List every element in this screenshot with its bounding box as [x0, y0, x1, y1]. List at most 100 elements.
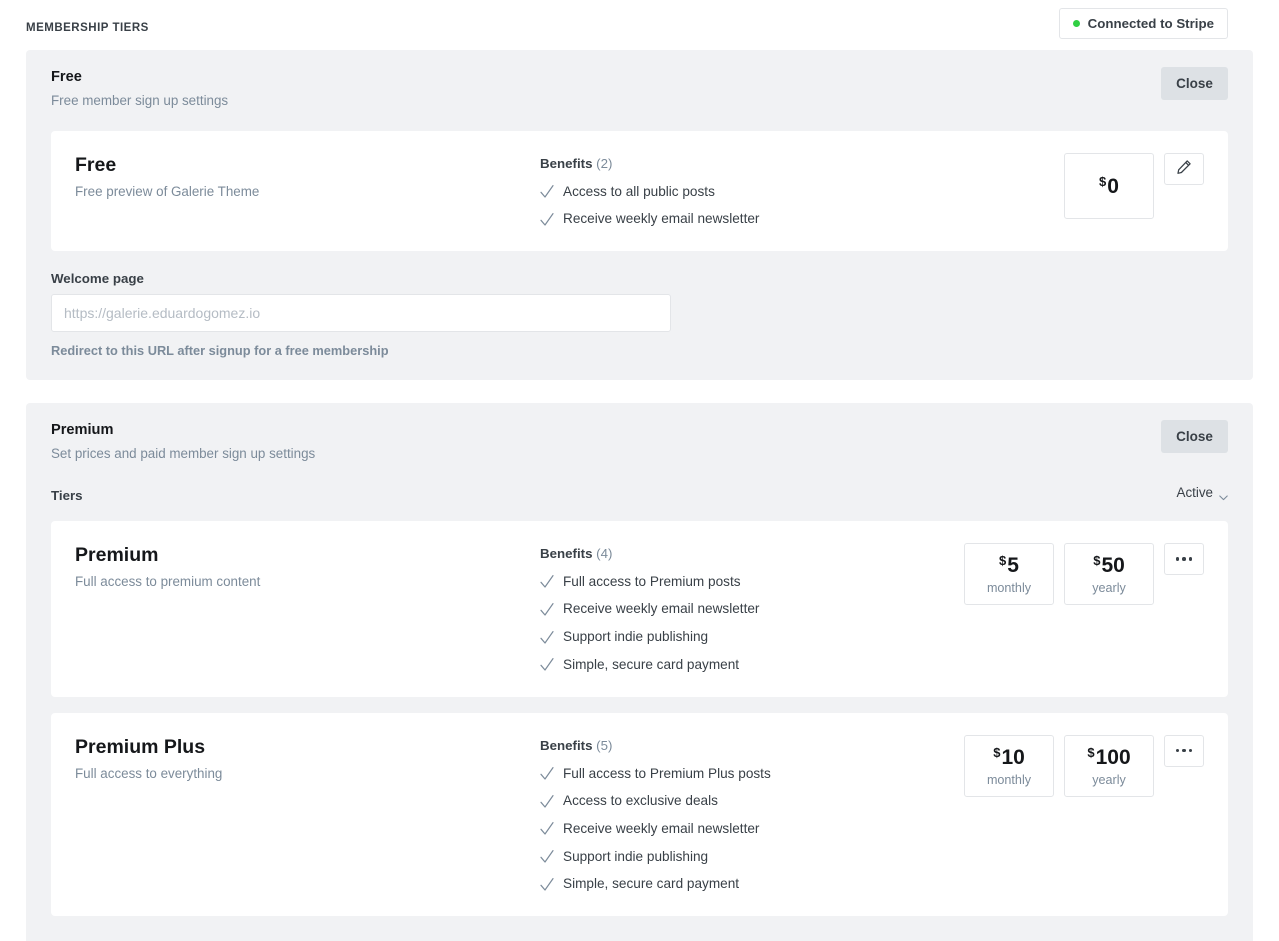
tiers-toolbar: Tiers Active — [26, 463, 1253, 521]
price-box-yearly: $50 yearly — [1064, 542, 1154, 606]
free-tier-panel: Free Free member sign up settings Close … — [26, 50, 1253, 380]
benefit-item: Full access to Premium posts — [540, 572, 964, 592]
benefits-count: (2) — [596, 155, 613, 171]
benefit-label: Support indie publishing — [563, 629, 709, 645]
price-period: monthly — [986, 772, 1032, 787]
tier-prices-premium-plus: $10 monthly $100 yearly — [964, 734, 1154, 798]
tiers-status-filter-value: Active — [1176, 484, 1213, 500]
membership-tiers-page: MEMBERSHIP TIERS Connected to Stripe Fre… — [0, 0, 1279, 941]
benefit-label: Full access to Premium Plus posts — [563, 765, 771, 781]
benefit-item: Receive weekly email newsletter — [540, 599, 964, 619]
price-value: 5 — [1007, 553, 1019, 577]
price-currency: $ — [1099, 173, 1107, 189]
edit-tier-button[interactable] — [1164, 152, 1204, 185]
premium-tier-panel: Premium Set prices and paid member sign … — [26, 403, 1253, 941]
tier-card-premium: Premium Full access to premium content B… — [51, 520, 1228, 697]
welcome-page-hint: Redirect to this URL after signup for a … — [51, 343, 389, 359]
benefits-header: Benefits (2) — [540, 156, 1064, 171]
check-icon — [540, 877, 554, 892]
status-dot-icon — [1072, 20, 1080, 27]
check-icon — [540, 602, 554, 617]
free-panel-title: Free — [51, 69, 82, 85]
price-box-yearly: $100 yearly — [1064, 734, 1154, 798]
tier-description: Free preview of Galerie Theme — [75, 184, 260, 200]
tier-card-free: Free Free preview of Galerie Theme Benef… — [51, 130, 1228, 252]
tier-description: Full access to everything — [75, 765, 223, 781]
benefits-header: Benefits (5) — [540, 738, 964, 753]
benefit-label: Simple, secure card payment — [563, 876, 740, 892]
benefit-item: Access to exclusive deals — [540, 791, 964, 811]
price-currency: $ — [993, 744, 1001, 760]
premium-panel-subtitle: Set prices and paid member sign up setti… — [51, 445, 316, 461]
price-currency: $ — [1093, 552, 1101, 568]
benefit-item: Access to all public posts — [540, 182, 1064, 202]
tier-info-free: Free Free preview of Galerie Theme — [75, 153, 540, 201]
tier-name: Premium — [75, 543, 159, 566]
benefit-label: Access to all public posts — [563, 183, 715, 199]
benefits-count: (5) — [596, 737, 613, 753]
check-icon — [540, 821, 554, 836]
price-box: $0 — [1064, 152, 1154, 219]
benefit-label: Full access to Premium posts — [563, 573, 741, 589]
check-icon — [540, 766, 554, 781]
price-currency: $ — [1087, 744, 1095, 760]
card-divider — [26, 697, 1253, 713]
benefits-label: Benefits — [540, 155, 593, 171]
benefit-label: Simple, secure card payment — [563, 656, 740, 672]
page-header: MEMBERSHIP TIERS Connected to Stripe — [0, 0, 1279, 50]
status-badge-label: Connected to Stripe — [1087, 16, 1214, 31]
tiers-status-filter[interactable]: Active — [1176, 484, 1228, 501]
welcome-page-input[interactable] — [51, 294, 671, 333]
welcome-page-field-block: Welcome page Redirect to this URL after … — [26, 251, 1253, 358]
benefit-label: Receive weekly email newsletter — [563, 601, 760, 617]
premium-panel-title: Premium — [51, 422, 114, 438]
price-amount: $50 — [1093, 554, 1125, 576]
tier-options-button[interactable] — [1164, 542, 1204, 575]
price-value: 0 — [1107, 174, 1119, 198]
more-options-icon — [1175, 557, 1193, 561]
price-box-monthly: $5 monthly — [964, 542, 1054, 606]
benefit-item: Receive weekly email newsletter — [540, 209, 1064, 229]
tier-benefits-premium: Benefits (4) Full access to Premium post… — [540, 543, 964, 675]
tier-info-premium: Premium Full access to premium content — [75, 543, 540, 591]
benefit-item: Receive weekly email newsletter — [540, 819, 964, 839]
check-icon — [540, 849, 554, 864]
tier-name: Free — [75, 153, 117, 176]
check-icon — [540, 657, 554, 672]
pencil-icon — [1176, 159, 1192, 178]
benefit-item: Support indie publishing — [540, 847, 964, 867]
benefits-label: Benefits — [540, 737, 593, 753]
check-icon — [540, 212, 554, 227]
tier-prices-free: $0 — [1064, 152, 1154, 219]
benefit-item: Simple, secure card payment — [540, 874, 964, 894]
close-button-premium[interactable]: Close — [1161, 420, 1228, 453]
benefit-label: Access to exclusive deals — [563, 793, 718, 809]
tier-options-button[interactable] — [1164, 734, 1204, 767]
close-button-free[interactable]: Close — [1161, 67, 1228, 100]
more-options-icon — [1175, 748, 1193, 753]
tier-card-premium-plus: Premium Plus Full access to everything B… — [51, 712, 1228, 917]
tier-name: Premium Plus — [75, 735, 206, 758]
premium-panel-header: Premium Set prices and paid member sign … — [26, 403, 1253, 463]
status-badge-stripe[interactable]: Connected to Stripe — [1058, 8, 1228, 39]
benefits-header: Benefits (4) — [540, 546, 964, 561]
price-amount: $10 — [993, 746, 1025, 768]
tiers-label: Tiers — [51, 487, 83, 503]
benefit-label: Support indie publishing — [563, 848, 709, 864]
check-icon — [540, 184, 554, 199]
benefit-item: Full access to Premium Plus posts — [540, 764, 964, 784]
benefit-item: Simple, secure card payment — [540, 655, 964, 675]
benefit-label: Receive weekly email newsletter — [563, 211, 760, 227]
tier-benefits-free: Benefits (2) Access to all public posts — [540, 153, 1064, 229]
price-amount: $0 — [1099, 175, 1119, 197]
price-value: 10 — [1001, 745, 1025, 769]
benefits-count: (4) — [596, 545, 613, 561]
price-period: yearly — [1092, 580, 1126, 595]
price-amount: $5 — [999, 554, 1019, 576]
price-currency: $ — [999, 552, 1007, 568]
price-period: monthly — [986, 580, 1032, 595]
check-icon — [540, 794, 554, 809]
free-panel-header: Free Free member sign up settings Close — [26, 50, 1253, 110]
price-value: 50 — [1101, 553, 1125, 577]
tier-prices-premium: $5 monthly $50 yearly — [964, 542, 1154, 606]
